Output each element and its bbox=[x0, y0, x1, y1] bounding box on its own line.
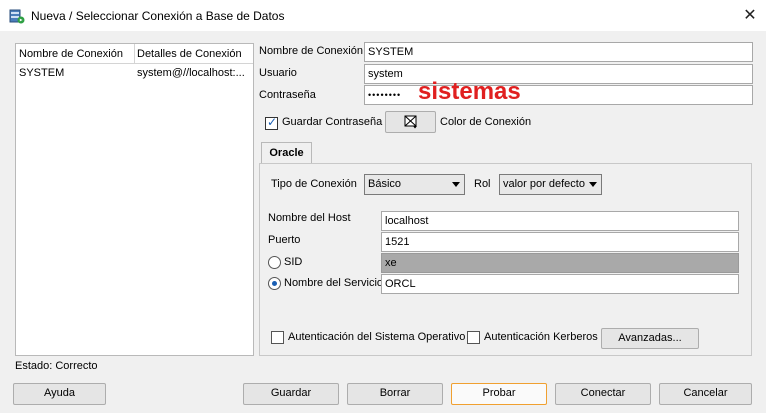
connection-color-label: Color de Conexión bbox=[440, 116, 532, 128]
save-button[interactable]: Guardar bbox=[243, 383, 339, 405]
os-auth-label: Autenticación del Sistema Operativo bbox=[288, 331, 466, 343]
sid-input: xe bbox=[381, 253, 739, 273]
radio-selected-dot bbox=[272, 281, 277, 286]
table-row[interactable]: SYSTEM system@//localhost:... bbox=[16, 64, 253, 82]
connection-name-cell: SYSTEM bbox=[19, 67, 65, 79]
status-text: Estado: Correcto bbox=[15, 360, 98, 372]
host-input[interactable]: localhost bbox=[381, 211, 739, 231]
help-button[interactable]: Ayuda bbox=[13, 383, 106, 405]
title-bar: Nueva / Seleccionar Conexión a Base de D… bbox=[0, 0, 766, 31]
table-header: Nombre de Conexión Detalles de Conexión bbox=[16, 44, 253, 64]
password-label: Contraseña bbox=[259, 89, 316, 101]
advanced-button[interactable]: Avanzadas... bbox=[601, 328, 699, 349]
connection-type-label: Tipo de Conexión bbox=[271, 178, 357, 190]
column-header-details[interactable]: Detalles de Conexión bbox=[137, 48, 242, 60]
save-password-label: Guardar Contraseña bbox=[282, 116, 383, 128]
chevron-down-icon bbox=[589, 182, 597, 187]
service-name-label: Nombre del Servicio bbox=[284, 277, 384, 289]
column-header-name[interactable]: Nombre de Conexión bbox=[19, 48, 123, 60]
connection-details-cell: system@//localhost:... bbox=[137, 67, 245, 79]
service-name-input[interactable]: ORCL bbox=[381, 274, 739, 294]
connection-color-button[interactable] bbox=[385, 111, 436, 133]
column-divider[interactable] bbox=[134, 44, 135, 63]
connection-name-label: Nombre de Conexión bbox=[259, 45, 363, 57]
cancel-button[interactable]: Cancelar bbox=[659, 383, 752, 405]
chevron-down-icon bbox=[452, 182, 460, 187]
service-name-radio[interactable] bbox=[268, 277, 281, 290]
port-label: Puerto bbox=[268, 234, 301, 246]
test-button[interactable]: Probar bbox=[451, 383, 547, 405]
port-input[interactable]: 1521 bbox=[381, 232, 739, 252]
color-picker-icon bbox=[404, 115, 417, 129]
connection-type-select[interactable]: Básico bbox=[364, 174, 465, 195]
tab-oracle[interactable]: Oracle bbox=[261, 142, 312, 164]
connection-type-value: Básico bbox=[368, 178, 402, 190]
role-value: valor por defecto bbox=[503, 178, 585, 190]
role-label: Rol bbox=[474, 178, 491, 190]
connections-table[interactable]: Nombre de Conexión Detalles de Conexión … bbox=[15, 43, 254, 356]
delete-button[interactable]: Borrar bbox=[347, 383, 443, 405]
window-title: Nueva / Seleccionar Conexión a Base de D… bbox=[31, 9, 285, 23]
password-annotation: sistemas bbox=[418, 78, 521, 105]
role-select[interactable]: valor por defecto bbox=[499, 174, 602, 195]
sid-label: SID bbox=[284, 256, 303, 268]
sid-radio[interactable] bbox=[268, 256, 281, 269]
close-icon[interactable]: ✕ bbox=[740, 6, 760, 26]
save-password-checkbox[interactable]: ✓ bbox=[265, 115, 278, 130]
os-auth-checkbox[interactable] bbox=[271, 331, 284, 344]
kerberos-checkbox[interactable] bbox=[467, 331, 480, 344]
database-connect-icon bbox=[9, 9, 25, 24]
checkmark-icon: ✓ bbox=[267, 115, 278, 129]
user-label: Usuario bbox=[259, 67, 297, 79]
connection-name-input[interactable]: SYSTEM bbox=[364, 42, 753, 62]
host-label: Nombre del Host bbox=[268, 212, 351, 224]
kerberos-label: Autenticación Kerberos bbox=[484, 331, 598, 343]
connect-button[interactable]: Conectar bbox=[555, 383, 651, 405]
